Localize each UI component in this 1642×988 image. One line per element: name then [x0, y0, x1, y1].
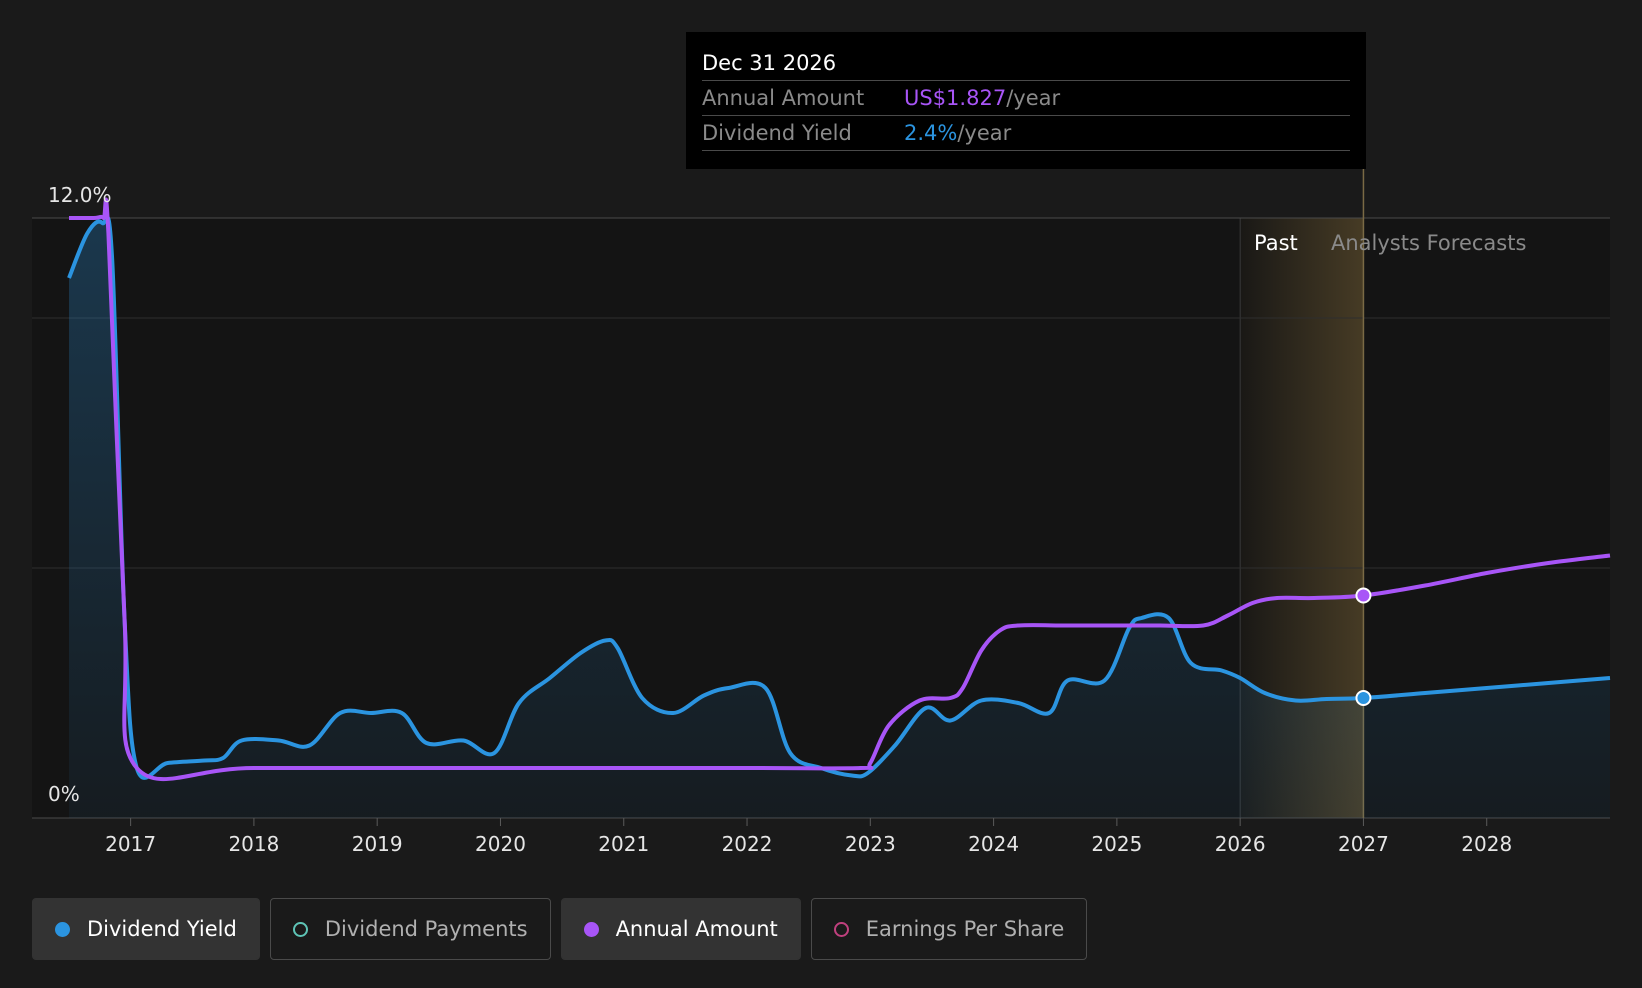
- x-tick-label: 2023: [845, 832, 896, 856]
- x-tick-label: 2028: [1461, 832, 1512, 856]
- x-tick-label: 2017: [105, 832, 156, 856]
- x-tick-label: 2022: [722, 832, 773, 856]
- tooltip-label: Dividend Yield: [702, 121, 852, 145]
- legend-label: Earnings Per Share: [865, 917, 1065, 941]
- x-tick-label: 2026: [1215, 832, 1266, 856]
- annual-amount-marker: [1355, 587, 1372, 604]
- forecast-label: Analysts Forecasts: [1331, 231, 1526, 255]
- legend-label: Dividend Payments: [324, 917, 528, 941]
- tooltip-value: US$1.827: [904, 86, 1007, 110]
- tooltip-value: 2.4%: [904, 121, 958, 145]
- x-tick-label: 2027: [1338, 832, 1389, 856]
- legend-item-dividend-yield[interactable]: Dividend Yield: [32, 898, 260, 960]
- legend-item-annual-amount[interactable]: Annual Amount: [560, 898, 801, 960]
- y-tick-label-bottom: 0%: [48, 782, 80, 806]
- past-label: Past: [1254, 231, 1298, 255]
- legend-label: Dividend Yield: [87, 917, 237, 941]
- legend-label: Annual Amount: [615, 917, 778, 941]
- tooltip-date: Dec 31 2026: [702, 51, 837, 75]
- tooltip-row-dividend-yield: Dividend Yield 2.4% /year: [702, 115, 1350, 151]
- x-tick-label: 2021: [598, 832, 649, 856]
- tooltip-unit: /year: [1006, 86, 1061, 110]
- legend-dot-icon: [292, 921, 308, 937]
- legend: Dividend Yield Dividend Payments Annual …: [32, 898, 1088, 960]
- tooltip: Dec 31 2026 Annual Amount US$1.827 /year…: [686, 32, 1366, 169]
- legend-item-dividend-payments[interactable]: Dividend Payments: [269, 898, 551, 960]
- legend-dot-icon: [583, 921, 599, 937]
- x-tick-label: 2018: [228, 832, 279, 856]
- y-tick-label-top: 12.0%: [48, 183, 112, 207]
- x-tick-label: 2024: [968, 832, 1019, 856]
- legend-dot-icon: [55, 921, 70, 937]
- tooltip-row-annual-amount: Annual Amount US$1.827 /year: [702, 80, 1350, 115]
- legend-dot-icon: [833, 921, 849, 937]
- legend-item-earnings-per-share[interactable]: Earnings Per Share: [810, 898, 1088, 960]
- x-tick-label: 2025: [1091, 832, 1142, 856]
- x-tick-label: 2020: [475, 832, 526, 856]
- dividend-yield-marker: [1355, 690, 1372, 706]
- tooltip-unit: /year: [957, 121, 1012, 145]
- tooltip-label: Annual Amount: [702, 86, 865, 110]
- x-tick-label: 2019: [352, 832, 403, 856]
